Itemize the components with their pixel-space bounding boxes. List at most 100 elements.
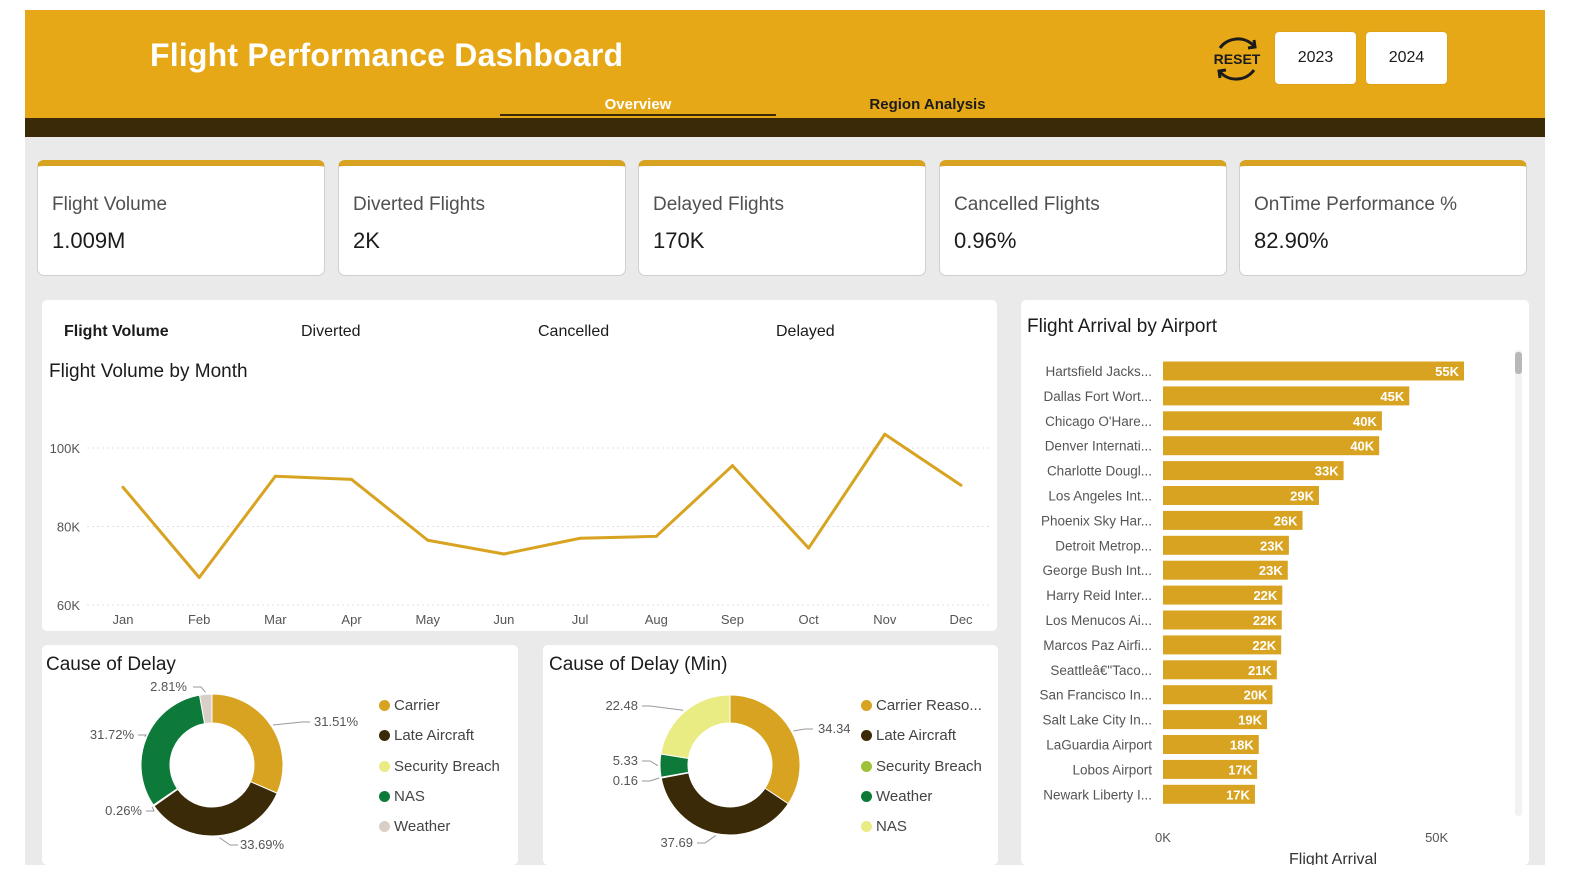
leader-line bbox=[642, 777, 660, 782]
legend-dot bbox=[861, 791, 872, 802]
x-tick-label: 0K bbox=[1155, 830, 1171, 845]
bar bbox=[1163, 386, 1410, 406]
kpi-value: 0.96% bbox=[954, 228, 1017, 253]
scrollbar-thumb[interactable] bbox=[1515, 352, 1522, 374]
x-tick-label: Jul bbox=[572, 612, 589, 627]
legend-dot bbox=[379, 700, 390, 711]
bar-value-label: 22K bbox=[1252, 638, 1276, 653]
data-label: 5.33 bbox=[613, 753, 638, 768]
category-label: Salt Lake City In... bbox=[1042, 713, 1152, 728]
category-label: Charlotte Dougl... bbox=[1047, 464, 1152, 479]
bar-value-label: 18K bbox=[1230, 738, 1254, 753]
leader-line bbox=[272, 721, 310, 726]
category-label: Los Angeles Int... bbox=[1048, 489, 1152, 504]
kpi-label: Flight Volume bbox=[52, 194, 168, 215]
bar-value-label: 29K bbox=[1290, 489, 1314, 504]
data-point bbox=[502, 552, 506, 556]
legend-item: Security Breach bbox=[379, 758, 500, 775]
legend-dot bbox=[861, 700, 872, 711]
donut-slice bbox=[140, 694, 206, 806]
bar-value-label: 26K bbox=[1274, 513, 1298, 528]
bar-value-label: 45K bbox=[1380, 389, 1404, 404]
x-tick-label: Jun bbox=[493, 612, 514, 627]
category-label: Phoenix Sky Har... bbox=[1041, 513, 1152, 528]
x-tick-label: Mar bbox=[264, 612, 287, 627]
x-tick-label: Sep bbox=[721, 612, 744, 627]
dashboard-frame: Flight Performance Dashboard RESET 2023 … bbox=[25, 10, 1545, 865]
tab-region-analysis[interactable]: Region Analysis bbox=[785, 96, 1070, 113]
leader-line bbox=[793, 728, 813, 732]
tab-overview[interactable]: Overview bbox=[500, 96, 776, 113]
donut-slice bbox=[729, 694, 801, 805]
x-tick-label: 50K bbox=[1425, 830, 1448, 845]
legend-item: Late Aircraft bbox=[379, 727, 474, 744]
y-tick-label: 60K bbox=[57, 598, 80, 613]
reset-label: RESET bbox=[1214, 51, 1261, 67]
kpi-label: Diverted Flights bbox=[353, 194, 485, 215]
reset-button[interactable]: RESET bbox=[1210, 32, 1264, 86]
bar-value-label: 55K bbox=[1435, 364, 1459, 379]
cause-of-delay-panel: Cause of Delay 31.51% 33.69% 0.26% 31.72% 2.… bbox=[42, 645, 518, 865]
legend-dot bbox=[379, 791, 390, 802]
bar-value-label: 23K bbox=[1259, 563, 1283, 578]
bar-value-label: 17K bbox=[1228, 762, 1252, 777]
data-label: 31.51% bbox=[314, 714, 359, 729]
x-tick-label: Apr bbox=[341, 612, 362, 627]
bar-value-label: 21K bbox=[1248, 663, 1272, 678]
legend-item: Security Breach bbox=[861, 758, 982, 775]
header-band bbox=[25, 118, 1545, 137]
legend-dot bbox=[379, 730, 390, 741]
x-tick-label: Feb bbox=[188, 612, 210, 627]
cause-of-delay-min-donut-chart: 34.34 37.69 0.16 5.33 22.48 bbox=[605, 694, 851, 850]
category-label: Hartsfield Jacks... bbox=[1045, 364, 1152, 379]
x-tick-label: Dec bbox=[949, 612, 973, 627]
leader-line bbox=[193, 686, 206, 693]
flight-volume-panel: Flight Volume Diverted Cancelled Delayed… bbox=[42, 300, 997, 631]
cause-of-delay-min-panel: Cause of Delay (Min) 34.34 37.69 0.16 5.33 2… bbox=[543, 645, 998, 865]
scrollbar[interactable] bbox=[1515, 350, 1522, 816]
bar bbox=[1163, 411, 1382, 431]
leader-line bbox=[138, 734, 148, 738]
category-label: Denver Internati... bbox=[1045, 439, 1152, 454]
category-label: San Francisco In... bbox=[1039, 688, 1152, 703]
data-point bbox=[273, 474, 277, 478]
category-label: Chicago O'Hare... bbox=[1045, 414, 1152, 429]
bar-value-label: 33K bbox=[1315, 464, 1339, 479]
data-point bbox=[350, 477, 354, 481]
kpi-value: 1.009M bbox=[52, 228, 126, 253]
kpi-card-flight-volume: Flight Volume 1.009M bbox=[37, 160, 325, 276]
data-point bbox=[730, 464, 734, 468]
legend-item: Carrier Reaso... bbox=[861, 697, 982, 714]
flight-volume-line-chart: 60K 80K 100K Jan Feb Mar Apr May Jun Jul Aug Sep Oct… bbox=[50, 432, 992, 627]
data-point bbox=[807, 546, 811, 550]
series-line bbox=[121, 432, 962, 580]
legend-dot bbox=[861, 730, 872, 741]
legend-item: Weather bbox=[861, 788, 932, 805]
kpi-value: 2K bbox=[353, 228, 380, 253]
data-point bbox=[426, 538, 430, 542]
bar-value-label: 40K bbox=[1353, 414, 1377, 429]
kpi-value: 170K bbox=[653, 228, 705, 253]
legend-dot bbox=[379, 761, 390, 772]
data-label: 31.72% bbox=[90, 727, 135, 742]
kpi-value: 82.90% bbox=[1254, 228, 1329, 253]
page-title: Flight Performance Dashboard bbox=[150, 37, 624, 73]
bar-value-label: 22K bbox=[1253, 588, 1277, 603]
x-tick-label: Aug bbox=[645, 612, 668, 627]
kpi-label: Cancelled Flights bbox=[954, 194, 1100, 215]
year-2024-button[interactable]: 2024 bbox=[1366, 32, 1447, 84]
year-2023-button[interactable]: 2023 bbox=[1275, 32, 1356, 84]
category-label: Newark Liberty I... bbox=[1043, 787, 1152, 802]
donut-slice bbox=[211, 693, 284, 794]
data-label: 33.69% bbox=[240, 837, 285, 852]
bar bbox=[1163, 436, 1380, 456]
x-tick-label: Jan bbox=[113, 612, 134, 627]
data-label: 0.16 bbox=[613, 773, 638, 788]
leader-line bbox=[642, 705, 684, 711]
category-label: Los Menucos Ai... bbox=[1045, 613, 1152, 628]
kpi-card-ontime-performance: OnTime Performance % 82.90% bbox=[1239, 160, 1527, 276]
legend-item: Carrier bbox=[379, 697, 440, 714]
kpi-card-diverted-flights: Diverted Flights 2K bbox=[338, 160, 626, 276]
bar-value-label: 20K bbox=[1244, 688, 1268, 703]
data-label: 0.26% bbox=[105, 803, 142, 818]
